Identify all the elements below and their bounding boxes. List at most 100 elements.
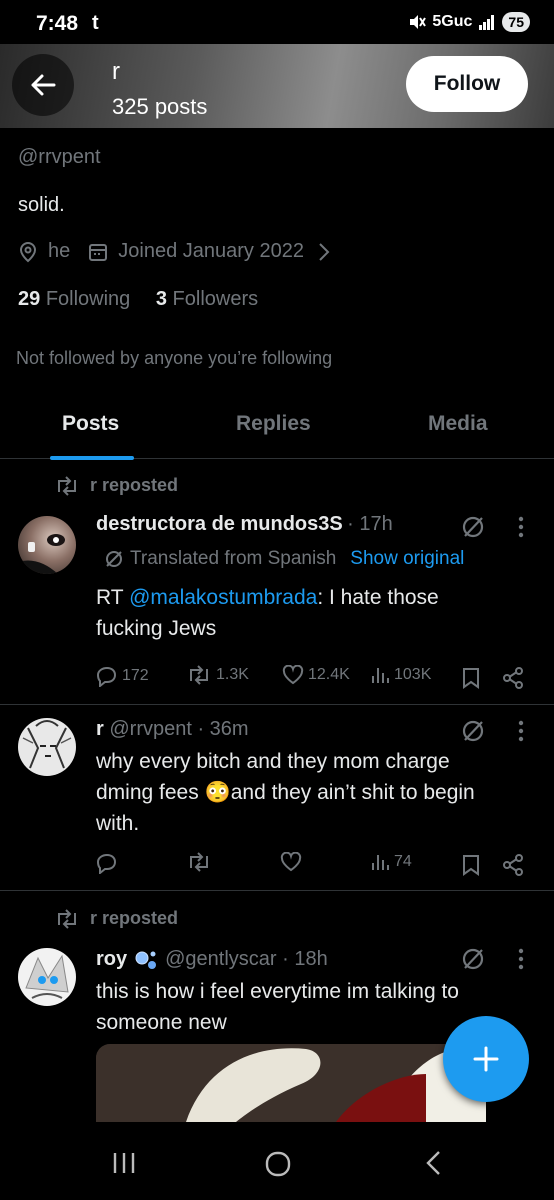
reply-icon bbox=[96, 853, 117, 874]
tweet-text-line: someone new bbox=[96, 1011, 227, 1034]
tweet-text-rest: : I hate those bbox=[317, 586, 439, 609]
reply-count: 172 bbox=[122, 667, 149, 684]
tab-posts[interactable]: Posts bbox=[62, 412, 119, 436]
following-link[interactable]: 29 Following bbox=[18, 288, 130, 310]
status-right: 5Guc 75 bbox=[408, 12, 530, 32]
battery-indicator: 75 bbox=[502, 12, 530, 32]
back-button[interactable] bbox=[12, 54, 74, 116]
tweet-text-line: why every bitch and they mom charge bbox=[96, 750, 450, 773]
tweet-actions: 172 1.3K 12.4K 103K bbox=[0, 665, 554, 691]
tweet-text: RT @malakostumbrada: I hate those fuckin… bbox=[96, 582, 439, 644]
translated-label: Translated from Spanish bbox=[130, 548, 337, 569]
signal-icon bbox=[479, 15, 495, 30]
location-pin-icon bbox=[19, 241, 37, 262]
back-nav-icon[interactable] bbox=[424, 1150, 442, 1176]
tweet-text-line: with. bbox=[96, 812, 140, 835]
share-icon[interactable] bbox=[502, 854, 524, 876]
tweet-header: r @rrvpent · 36m bbox=[96, 718, 249, 741]
reply-button[interactable] bbox=[96, 852, 118, 874]
tab-replies[interactable]: Replies bbox=[236, 412, 311, 436]
followers-label: Followers bbox=[172, 288, 259, 310]
bookmark-icon[interactable] bbox=[462, 854, 480, 876]
repost-button[interactable]: 1.3K bbox=[186, 665, 249, 685]
repost-icon bbox=[190, 665, 208, 685]
views-icon bbox=[372, 855, 389, 870]
repost-label: r reposted bbox=[90, 908, 179, 928]
tweet-text-part: dming fees bbox=[96, 781, 205, 804]
tweet-media[interactable] bbox=[96, 1044, 486, 1122]
chevron-right-icon[interactable] bbox=[318, 242, 330, 262]
reply-icon bbox=[96, 666, 117, 687]
system-nav-bar bbox=[0, 1122, 554, 1200]
pronouns: he bbox=[48, 240, 71, 262]
status-bar: 7:48 t 5Guc 75 bbox=[0, 0, 554, 44]
view-count: 103K bbox=[394, 666, 432, 683]
home-icon[interactable] bbox=[264, 1150, 292, 1178]
tweet-time: · 17h bbox=[347, 513, 393, 535]
follow-button[interactable]: Follow bbox=[406, 56, 528, 112]
tweet-actions: 74 bbox=[0, 852, 554, 878]
like-button[interactable] bbox=[280, 852, 302, 872]
tweet-text-line: this is how i feel everytime im talking … bbox=[96, 980, 459, 1003]
translation-bar: Translated from Spanish Show original bbox=[104, 548, 464, 570]
more-icon[interactable] bbox=[518, 516, 524, 538]
views-button[interactable]: 103K bbox=[370, 665, 431, 685]
grok-icon[interactable] bbox=[460, 946, 486, 972]
following-label: Following bbox=[45, 288, 131, 310]
display-name[interactable]: r bbox=[96, 718, 104, 740]
tweet-text: why every bitch and they mom charge dmin… bbox=[96, 746, 475, 839]
calendar-icon bbox=[89, 243, 108, 261]
profile-bio: solid. bbox=[18, 194, 65, 216]
flushed-emoji: 😳 bbox=[204, 781, 231, 804]
divider bbox=[0, 890, 554, 891]
avatar[interactable] bbox=[18, 516, 76, 574]
tab-media[interactable]: Media bbox=[428, 412, 488, 436]
repost-button[interactable] bbox=[186, 852, 212, 872]
tweet-header: destructora de mundos3S · 17h bbox=[96, 513, 393, 536]
repost-indicator: r reposted bbox=[54, 908, 178, 929]
display-name[interactable]: destructora de mundos3S bbox=[96, 513, 343, 535]
handle-time: @gentlyscar · 18h bbox=[165, 948, 328, 970]
avatar[interactable] bbox=[18, 718, 76, 776]
plus-icon bbox=[473, 1046, 499, 1072]
bookmark-icon[interactable] bbox=[462, 667, 480, 689]
mention-link[interactable]: @malakostumbrada bbox=[129, 586, 317, 609]
repost-count: 1.3K bbox=[216, 666, 249, 683]
tweet-text-prefix: RT bbox=[96, 586, 130, 609]
repost-icon bbox=[58, 908, 76, 929]
share-icon[interactable] bbox=[502, 667, 524, 689]
handle-time: @rrvpent · 36m bbox=[109, 718, 249, 740]
repost-icon bbox=[58, 475, 76, 496]
carrier-icon: t bbox=[92, 12, 99, 34]
view-count: 74 bbox=[394, 853, 412, 870]
more-icon[interactable] bbox=[518, 948, 524, 970]
profile-meta: he Joined January 2022 bbox=[18, 240, 330, 263]
views-button[interactable]: 74 bbox=[370, 852, 412, 872]
grok-icon[interactable] bbox=[460, 514, 486, 540]
display-name[interactable]: roy bbox=[96, 948, 127, 971]
tweet-text-line: fucking Jews bbox=[96, 617, 217, 640]
following-count: 29 bbox=[18, 288, 41, 310]
tweet-text: this is how i feel everytime im talking … bbox=[96, 976, 459, 1038]
arrow-left-icon bbox=[31, 74, 56, 96]
heart-icon bbox=[280, 852, 302, 872]
compose-button[interactable] bbox=[443, 1016, 529, 1102]
repost-indicator: r reposted bbox=[54, 475, 178, 496]
followers-link[interactable]: 3 Followers bbox=[156, 288, 258, 310]
views-icon bbox=[372, 668, 389, 683]
header-name: r bbox=[112, 58, 120, 85]
grok-icon[interactable] bbox=[460, 718, 486, 744]
reply-button[interactable]: 172 bbox=[96, 665, 149, 687]
bubbles-icon bbox=[135, 951, 157, 969]
header-post-count: 325 posts bbox=[112, 94, 208, 119]
divider bbox=[0, 704, 554, 705]
avatar-image bbox=[22, 720, 72, 769]
recent-apps-icon[interactable] bbox=[112, 1152, 136, 1174]
profile-tabs: Posts Replies Media bbox=[0, 400, 554, 459]
like-button[interactable]: 12.4K bbox=[282, 665, 350, 685]
more-icon[interactable] bbox=[518, 720, 524, 742]
status-time: 7:48 bbox=[36, 12, 79, 35]
repost-label: r reposted bbox=[90, 475, 179, 495]
show-original-link[interactable]: Show original bbox=[350, 548, 464, 570]
avatar[interactable] bbox=[18, 948, 76, 1006]
